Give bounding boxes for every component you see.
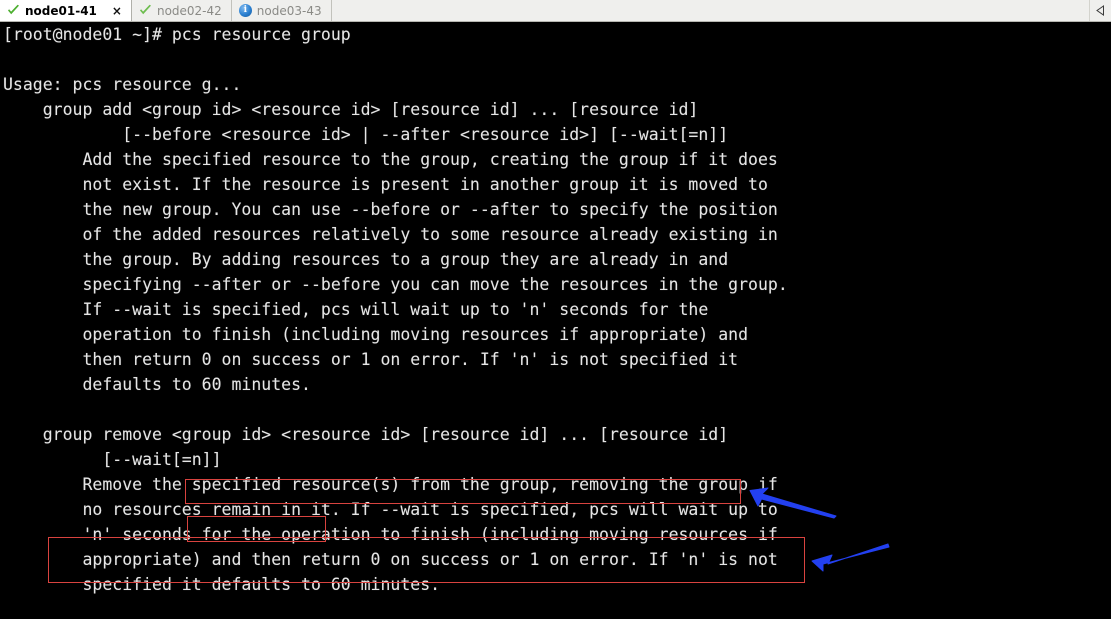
terminal-output: [root@node01 ~]# pcs resource group Usag…	[3, 25, 788, 594]
tab-label: node01-41	[25, 3, 97, 18]
tab-bar-spacer	[332, 0, 1089, 21]
tab-node03-43[interactable]: i node03-43	[232, 0, 332, 21]
tab-node02-42[interactable]: node02-42	[132, 0, 232, 21]
green-check-icon	[139, 4, 152, 17]
green-check-icon	[7, 4, 20, 17]
tab-bar: node01-41 × node02-42 i node03-43	[0, 0, 1111, 22]
overflow-arrow-icon[interactable]	[1089, 0, 1111, 21]
tab-close-icon[interactable]: ×	[112, 5, 122, 17]
tab-label: node03-43	[256, 3, 322, 18]
tab-label: node02-42	[156, 3, 222, 18]
terminal-screen[interactable]: [root@node01 ~]# pcs resource group Usag…	[0, 22, 1111, 619]
tab-node01-41[interactable]: node01-41 ×	[0, 0, 132, 21]
arrow-to-resources-icon	[810, 540, 890, 574]
blue-info-icon: i	[238, 4, 252, 17]
